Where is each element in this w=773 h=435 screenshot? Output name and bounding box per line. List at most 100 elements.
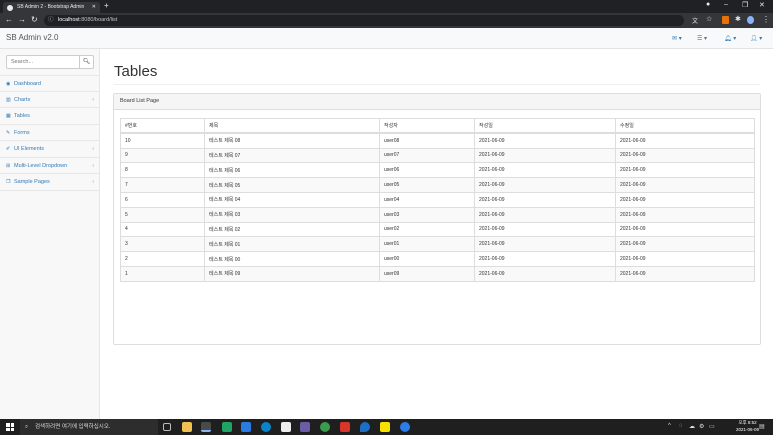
cell-title[interactable]: 테스트 제목 01	[204, 236, 380, 252]
cell-title[interactable]: 테스트 제목 07	[204, 147, 380, 163]
file-explorer-icon[interactable]	[182, 422, 192, 432]
table-row: 9 테스트 제목 07 user07 2021-06-09 2021-06-09	[120, 147, 755, 163]
table-row: 4 테스트 제목 02 user02 2021-06-09 2021-06-09	[120, 221, 755, 237]
sidebar-item-sample-pages[interactable]: ❐ Sample Pages ‹	[0, 174, 100, 191]
user-dropdown-icon[interactable]: 👤︎ ▾	[750, 35, 762, 42]
sidebar-item-ui-elements[interactable]: ✐ UI Elements ‹	[0, 141, 100, 158]
column-header-updatedate: 수정일	[615, 118, 755, 135]
profile-icon[interactable]: ●	[706, 1, 710, 8]
tray-chevron-icon[interactable]: ^	[668, 423, 671, 429]
notification-icon[interactable]: ▤	[759, 423, 765, 430]
close-tab-icon[interactable]: ✕	[92, 2, 96, 13]
puzzle-extensions-icon[interactable]: ✱	[735, 15, 741, 23]
sidebar-item-label: Tables	[14, 113, 30, 119]
notepad-icon[interactable]	[281, 422, 291, 432]
sidebar-item-multi-level-dropdown[interactable]: ⊞ Multi-Level Dropdown ‹	[0, 158, 100, 174]
forward-icon[interactable]: →	[18, 15, 26, 24]
app-icon[interactable]	[241, 422, 251, 432]
cell-number: 9	[120, 147, 205, 163]
search-button[interactable]: 🔍︎	[79, 56, 93, 68]
kakaotalk-icon[interactable]	[380, 422, 390, 432]
chevron-left-icon: ‹	[92, 179, 94, 185]
cell-title[interactable]: 테스트 제목 06	[204, 162, 380, 178]
cell-updatedate: 2021-06-09	[615, 265, 755, 282]
messages-dropdown-icon[interactable]: ✉ ▾	[672, 35, 682, 42]
address-bar[interactable]: ⓘ localhost:8080/board/list	[44, 15, 684, 26]
windows-start-icon[interactable]	[6, 423, 14, 431]
sidebar-item-label: Forms	[14, 129, 30, 136]
acrobat-icon[interactable]	[340, 422, 350, 432]
taskbar-clock[interactable]: 오후 8:52 2021-06-09	[736, 420, 759, 433]
app-icon[interactable]	[222, 422, 232, 432]
dashboard-icon: ◉	[6, 81, 11, 87]
cloud-icon[interactable]: ☁	[689, 423, 695, 430]
sidebar-item-label: UI Elements	[14, 146, 44, 152]
cell-writer: user01	[379, 236, 475, 252]
url-path: :8080/board/list	[79, 17, 118, 23]
tab-title: SB Admin 2 - Bootstrap Admin	[17, 4, 85, 10]
sidebar-item-tables[interactable]: ▦ Tables	[0, 108, 100, 125]
browser-tab[interactable]: SB Admin 2 - Bootstrap Admin ✕	[3, 2, 100, 13]
bookmark-star-icon[interactable]: ☆	[706, 15, 712, 23]
cell-title[interactable]: 테스트 제목 08	[204, 132, 380, 149]
cell-updatedate: 2021-06-09	[615, 251, 755, 267]
cell-number: 2	[120, 251, 205, 267]
cell-writer: user04	[379, 191, 475, 208]
table-icon: ▦	[6, 113, 11, 119]
minimize-icon[interactable]: –	[724, 1, 728, 8]
cell-regdate: 2021-06-09	[474, 147, 616, 163]
brand-title[interactable]: SB Admin v2.0	[6, 33, 58, 42]
cell-updatedate: 2021-06-09	[615, 147, 755, 163]
cell-title[interactable]: 테스트 제목 00	[204, 251, 380, 267]
table-row: 6 테스트 제목 04 user04 2021-06-09 2021-06-09	[120, 191, 755, 208]
cell-title[interactable]: 테스트 제목 03	[204, 206, 380, 223]
chevron-left-icon: ‹	[92, 96, 94, 103]
app-icon[interactable]	[300, 422, 310, 432]
site-info-icon[interactable]: ⓘ	[48, 15, 54, 26]
sidebar-item-charts[interactable]: ▥ Charts ‹	[0, 92, 100, 108]
browser-toolbar: ← → ↻ ⓘ localhost:8080/board/list 文 ☆ ✱ …	[0, 13, 773, 28]
browser-menu-icon[interactable]: ⋮	[762, 15, 770, 24]
edge-icon[interactable]	[261, 422, 271, 432]
board-table: #번호 제목 작성자 작성일 수정일 10 테스트 제목 08 user08 2021…	[120, 118, 755, 282]
cell-writer: user02	[379, 221, 475, 237]
app-icon[interactable]	[400, 422, 410, 432]
back-icon[interactable]: ←	[5, 15, 13, 24]
clock-date: 2021-06-09	[735, 426, 759, 432]
task-view-icon[interactable]	[163, 423, 171, 431]
cell-writer: user05	[379, 177, 475, 193]
cell-title[interactable]: 테스트 제목 02	[204, 221, 380, 237]
column-header-writer: 작성자	[379, 118, 475, 135]
chrome-icon[interactable]	[201, 422, 211, 432]
cell-title[interactable]: 테스트 제목 04	[204, 191, 380, 208]
sidebar-item-dashboard[interactable]: ◉ Dashboard	[0, 75, 100, 92]
cell-updatedate: 2021-06-09	[615, 236, 755, 252]
cell-regdate: 2021-06-09	[474, 132, 616, 149]
extension-icon[interactable]	[722, 16, 729, 24]
sidebar-search: 🔍︎	[6, 55, 94, 69]
cell-number: 10	[120, 132, 205, 149]
app-icon[interactable]	[360, 422, 370, 432]
settings-icon[interactable]: ⚙	[699, 423, 704, 430]
taskbar-search[interactable]: ⌕ 검색하려면 여기에 입력하십시오.	[20, 419, 158, 435]
app-icon[interactable]	[320, 422, 330, 432]
search-input[interactable]	[7, 56, 80, 68]
keyboard-icon[interactable]: ▭	[709, 423, 715, 430]
cell-writer: user07	[379, 147, 475, 163]
close-window-icon[interactable]: ✕	[759, 1, 765, 9]
alerts-dropdown-icon[interactable]: 🔔︎ ▾	[724, 35, 736, 42]
new-tab-icon[interactable]: +	[104, 1, 109, 10]
network-icon[interactable]: ◌	[679, 423, 683, 429]
cell-title[interactable]: 테스트 제목 05	[204, 177, 380, 193]
reload-icon[interactable]: ↻	[31, 15, 38, 24]
cell-writer: user00	[379, 251, 475, 267]
profile-avatar-icon[interactable]	[747, 16, 754, 24]
cell-number: 7	[120, 177, 205, 193]
translate-icon[interactable]: 文	[692, 16, 698, 25]
cell-number: 1	[120, 265, 205, 282]
cell-title[interactable]: 테스트 제목 09	[204, 265, 380, 282]
sidebar-item-forms[interactable]: ✎ Forms	[0, 125, 100, 141]
table-row: 1 테스트 제목 09 user09 2021-06-09 2021-06-09	[120, 265, 755, 282]
tasks-dropdown-icon[interactable]: ☰ ▾	[697, 35, 707, 42]
maximize-icon[interactable]: ❐	[742, 1, 748, 9]
